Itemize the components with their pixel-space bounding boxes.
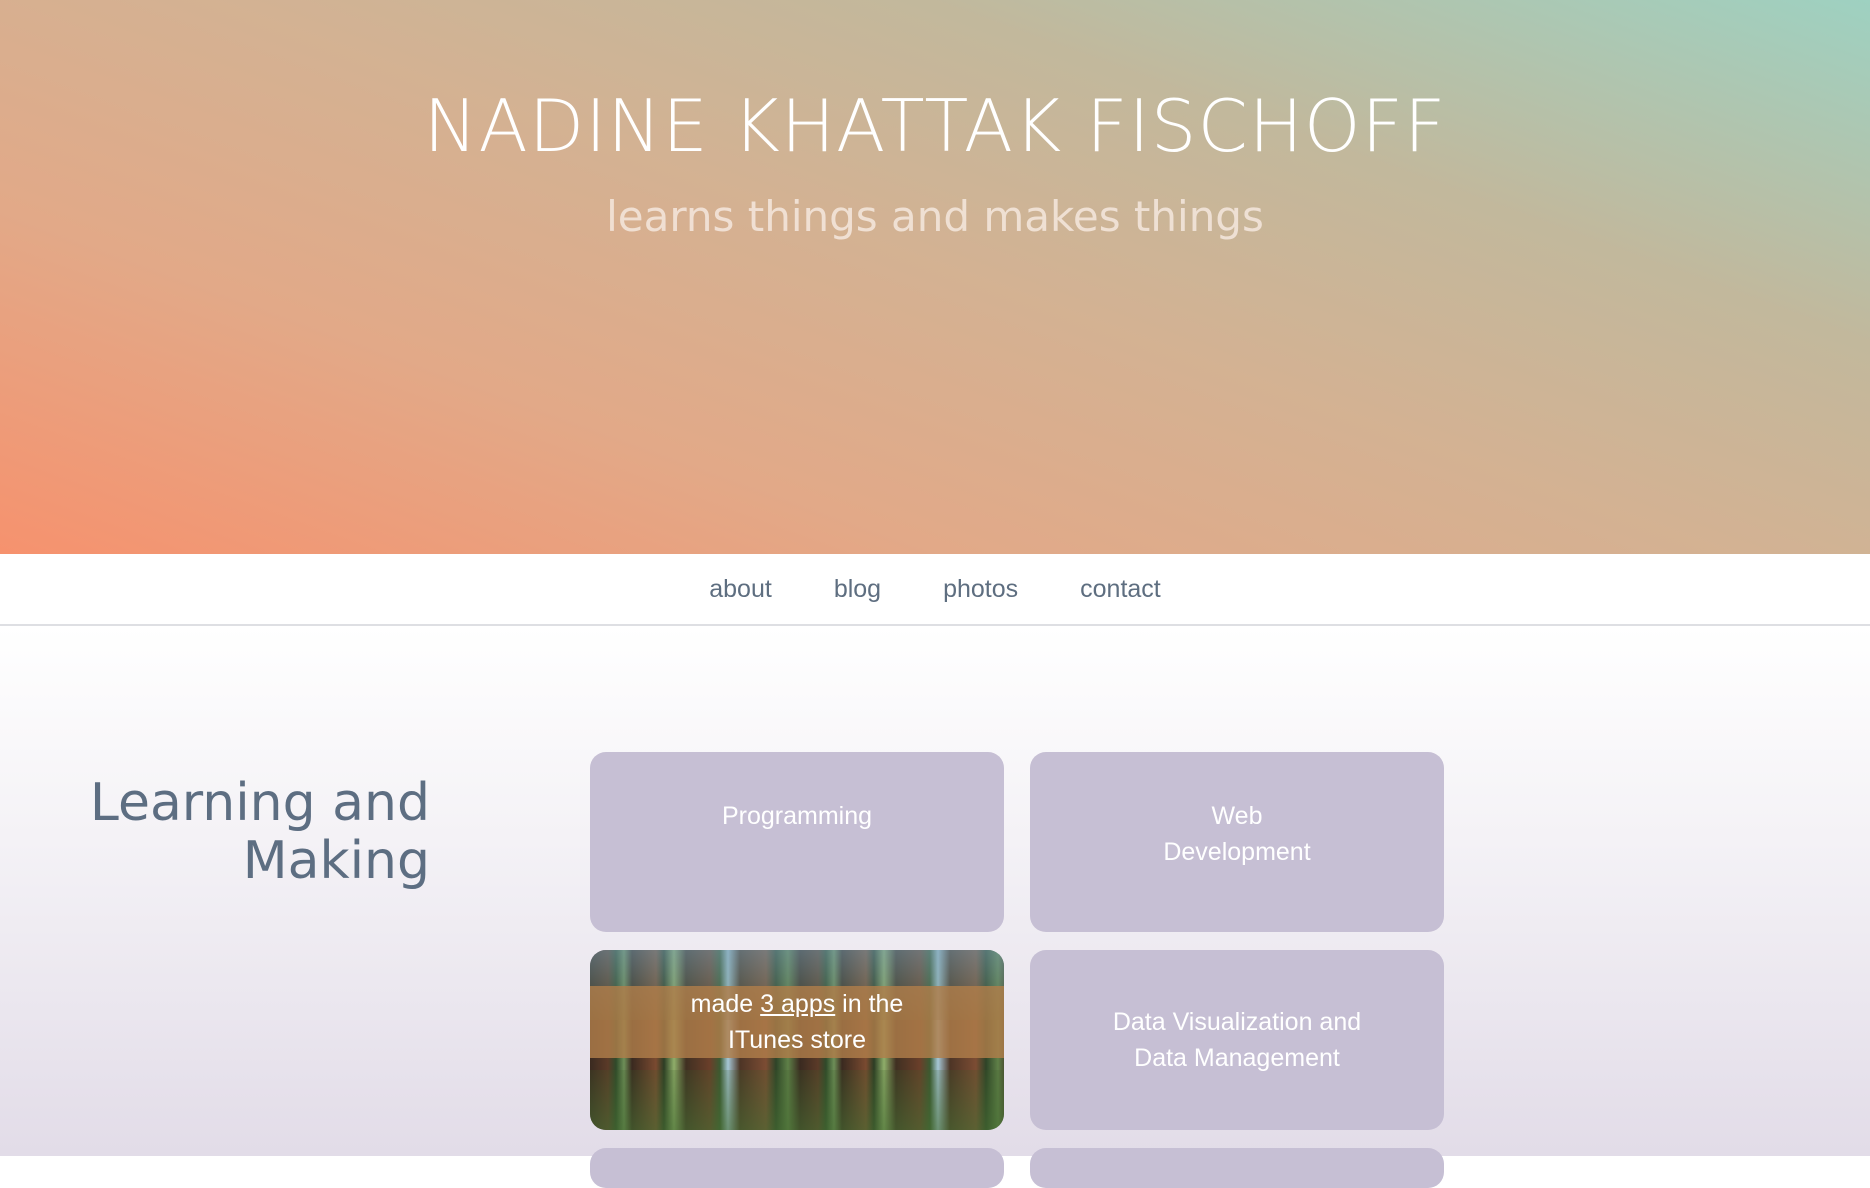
nav-link-blog[interactable]: blog	[834, 575, 881, 604]
card-apps[interactable]: made 3 apps in the ITunes store	[590, 950, 1004, 1130]
apps-caption-suffix: in the	[835, 990, 904, 1018]
card-data-visualization-text: Data Visualization and Data Management	[1113, 1004, 1361, 1076]
card-data-visualization-line2: Data Management	[1134, 1044, 1340, 1072]
apps-caption-prefix: made	[690, 990, 761, 1018]
card-data-visualization[interactable]: Data Visualization and Data Management	[1030, 950, 1444, 1130]
main-nav: about blog photos contact	[0, 554, 1870, 626]
card-programming-label: Programming	[721, 802, 873, 830]
section-heading: Learning and Making	[90, 774, 430, 890]
apps-caption: made 3 apps in the ITunes store	[590, 986, 1004, 1058]
section-heading-line2: Making	[242, 831, 430, 891]
forest-ground	[590, 1070, 1004, 1130]
section-heading-line1: Learning and	[89, 773, 430, 833]
card-web-development-line2: Development	[1163, 838, 1311, 866]
apps-link[interactable]: 3 apps	[760, 990, 835, 1018]
nav-link-contact[interactable]: contact	[1080, 575, 1161, 604]
nav-link-photos[interactable]: photos	[943, 575, 1018, 604]
learning-section: Learning and Making Programming Web Deve…	[0, 626, 1870, 1188]
card-web-development[interactable]: Web Development	[1030, 752, 1444, 932]
card-web-development-line1: Web	[1211, 802, 1263, 830]
card-data-visualization-line1: Data Visualization and	[1112, 1008, 1362, 1036]
nav-link-about[interactable]: about	[709, 575, 772, 604]
card-partial-left[interactable]	[590, 1148, 1004, 1188]
site-title: NADINE KHATTAK FISCHOFF	[423, 84, 1447, 168]
card-partial-right[interactable]	[1030, 1148, 1444, 1188]
site-tagline: learns things and makes things	[606, 192, 1264, 241]
apps-caption-line2: ITunes store	[727, 1026, 867, 1054]
card-programming[interactable]: Programming	[590, 752, 1004, 932]
hero-banner: NADINE KHATTAK FISCHOFF learns things an…	[0, 0, 1870, 554]
